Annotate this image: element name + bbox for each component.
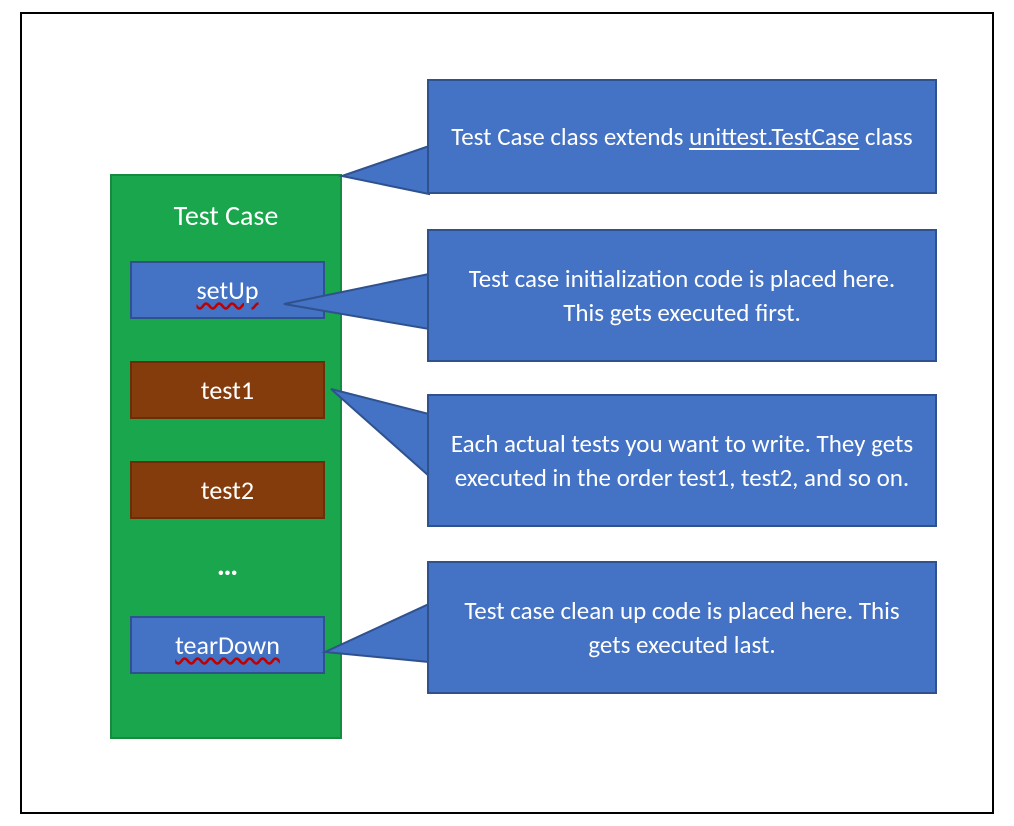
diagram-frame: Test Case setUp test1 test2 … tearDown T… bbox=[20, 12, 994, 814]
callout-teardown-pointer bbox=[22, 14, 996, 816]
callout-teardown: Test case clean up code is placed here. … bbox=[427, 561, 937, 694]
callout-teardown-text: Test case clean up code is placed here. … bbox=[447, 594, 917, 662]
